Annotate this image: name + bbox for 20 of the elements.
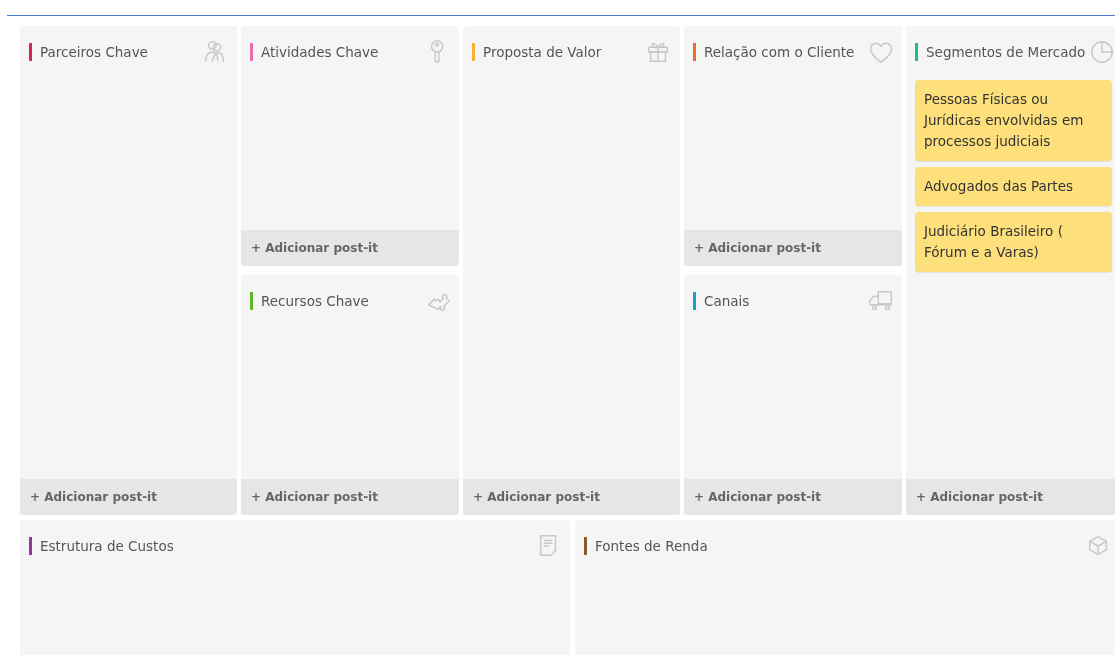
- add-post-it-button[interactable]: + Adicionar post-it: [241, 479, 459, 515]
- block-title: Parceiros Chave: [29, 43, 148, 61]
- pie-chart-icon: [1089, 39, 1115, 65]
- add-post-it-button[interactable]: + Adicionar post-it: [684, 230, 902, 266]
- sticky-note[interactable]: Pessoas Físicas ou Jurídicas envolvidas em processos judiciais: [915, 80, 1112, 161]
- add-post-it-button[interactable]: + Adicionar post-it: [241, 230, 459, 266]
- block-title: Canais: [693, 292, 750, 310]
- block-title: Atividades Chave: [250, 43, 379, 61]
- block-title: Segmentos de Mercado: [915, 43, 1086, 61]
- block-title: Recursos Chave: [250, 292, 369, 310]
- add-post-it-button[interactable]: + Adicionar post-it: [906, 479, 1115, 515]
- add-post-it-button[interactable]: + Adicionar post-it: [20, 479, 237, 515]
- add-post-it-button[interactable]: + Adicionar post-it: [684, 479, 902, 515]
- block-title: Estrutura de Custos: [29, 537, 174, 555]
- add-post-it-button[interactable]: + Adicionar post-it: [463, 479, 680, 515]
- block-title: Fontes de Renda: [584, 537, 708, 555]
- block-title: Relação com o Cliente: [693, 43, 855, 61]
- block-title: Proposta de Valor: [472, 43, 602, 61]
- sticky-note[interactable]: Advogados das Partes: [915, 167, 1112, 206]
- sticky-note[interactable]: Judiciário Brasileiro ( Fórum e a Varas): [915, 212, 1112, 272]
